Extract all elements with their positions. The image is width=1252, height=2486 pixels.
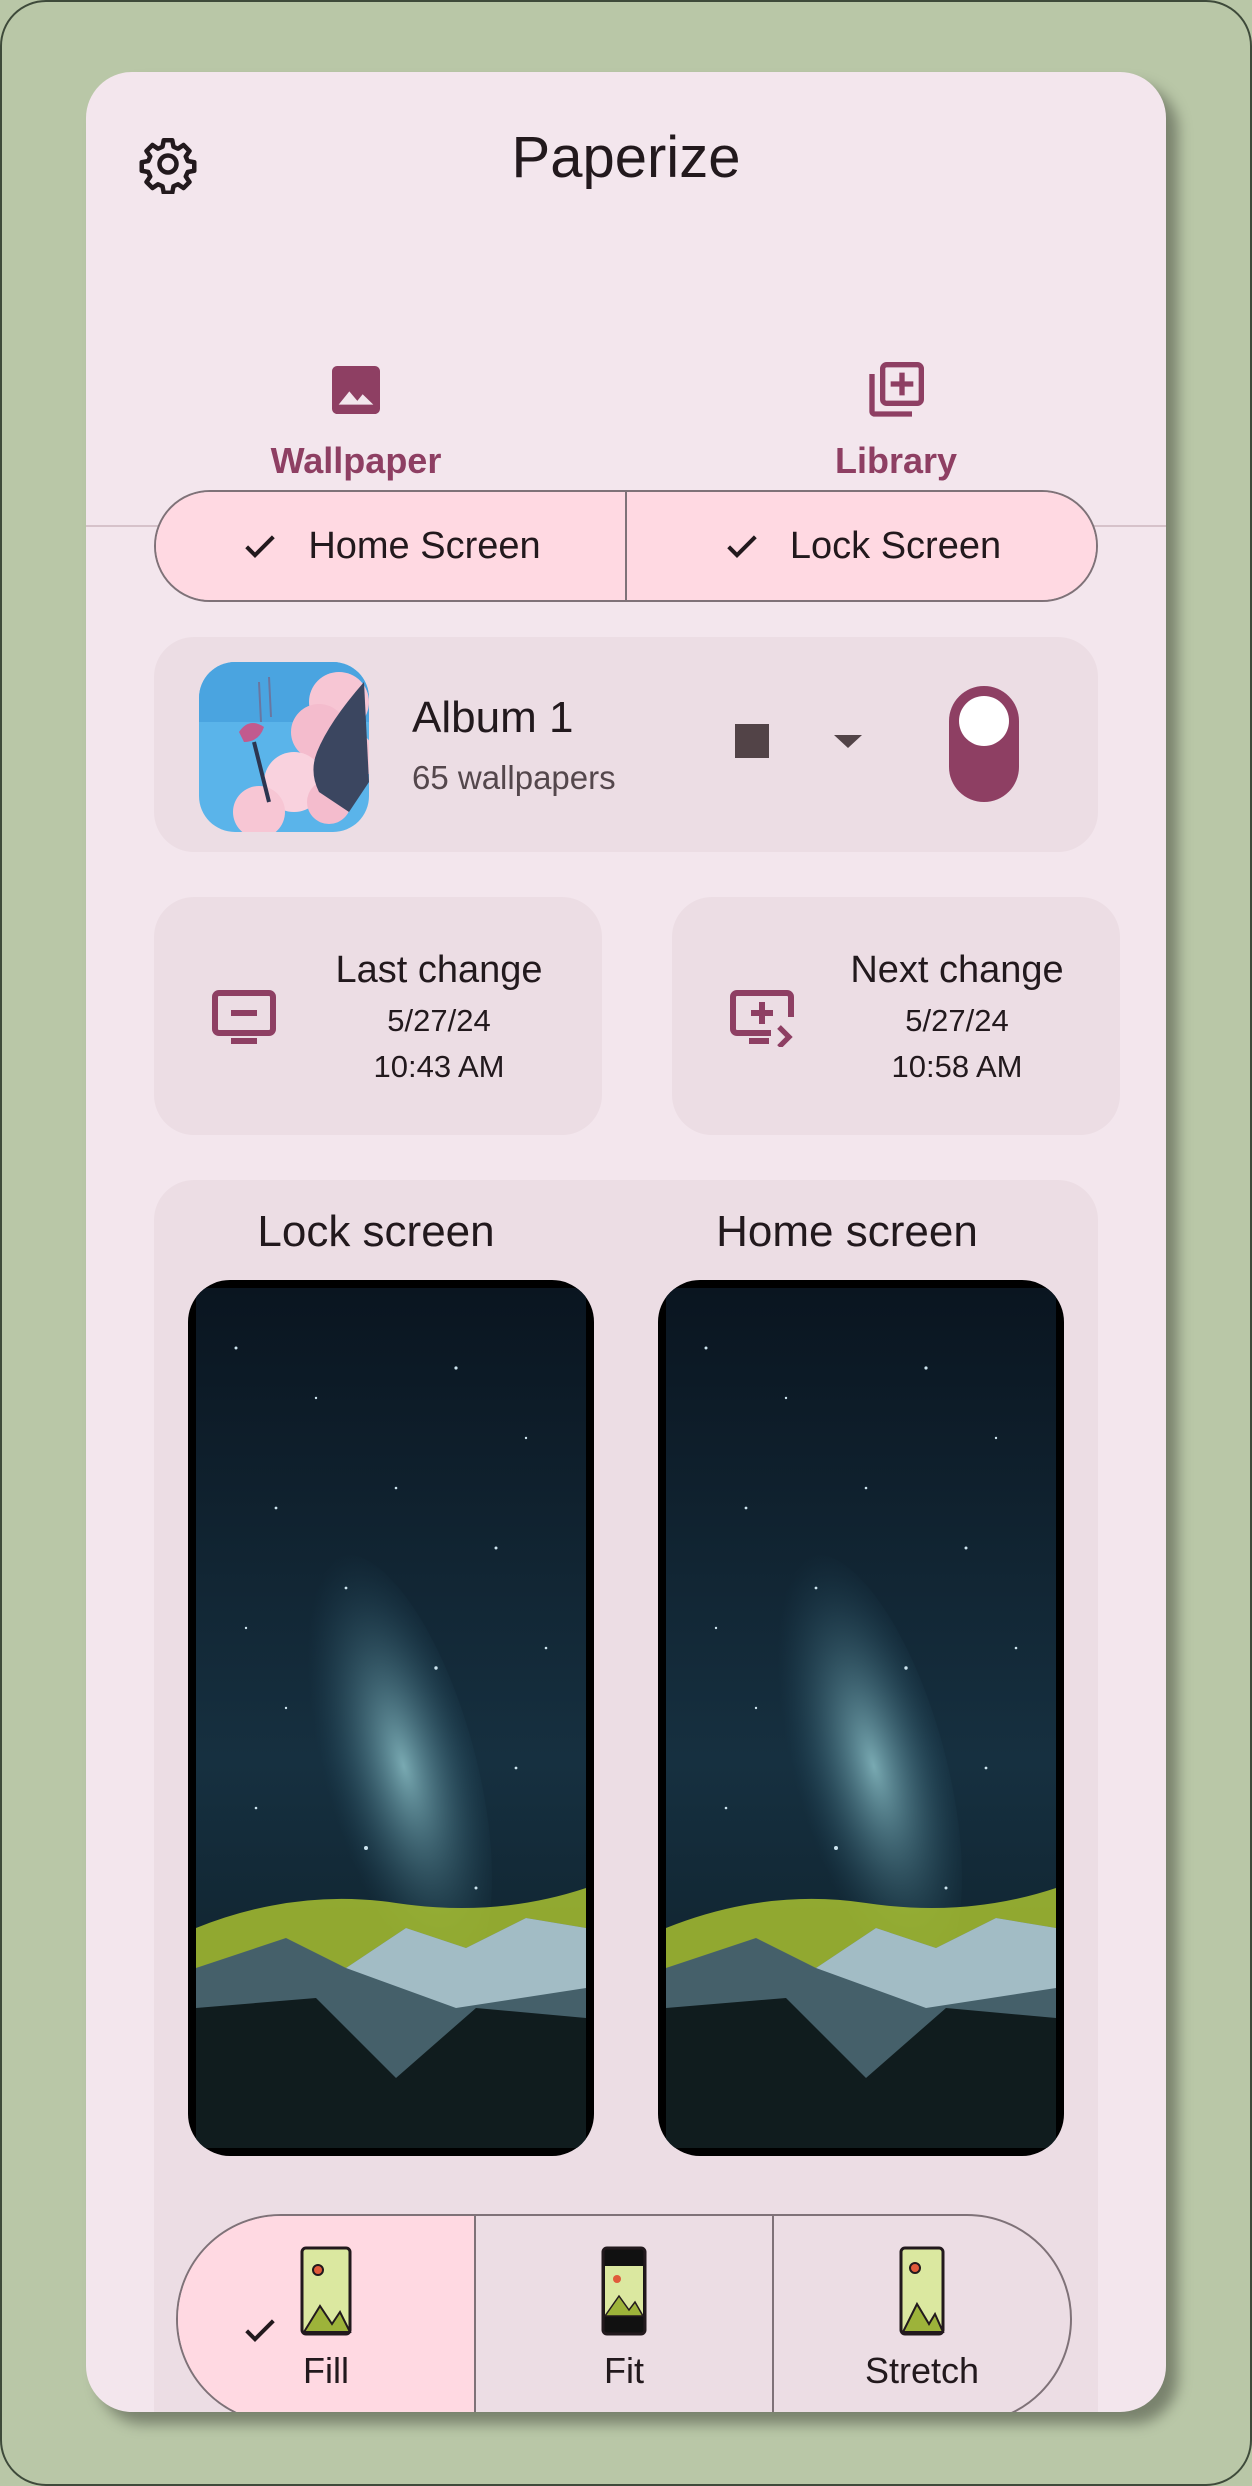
app-title: Paperize (511, 125, 741, 190)
album-name: Album 1 (412, 693, 574, 742)
home-screen-toggle[interactable]: Home Screen (156, 492, 625, 600)
lock-screen-preview[interactable] (188, 1280, 594, 2156)
scaling-fill-label: Fill (303, 2350, 349, 2391)
album-wallpaper-count: 65 wallpapers (412, 759, 616, 796)
scaling-selector: Fill Fit Stretch (176, 2214, 1072, 2412)
lock-screen-toggle[interactable]: Lock Screen (625, 492, 1096, 600)
home-screen-preview-label: Home screen (716, 1207, 978, 1256)
next-change-date: 5/27/24 (905, 1003, 1009, 1038)
app-window: Paperize Wallpaper Library Home Screen L… (86, 72, 1166, 2412)
last-change-title: Last change (335, 949, 543, 991)
tab-library[interactable]: Library (626, 272, 1166, 527)
tab-wallpaper[interactable]: Wallpaper (86, 272, 626, 527)
add-to-library-icon (869, 362, 924, 417)
stop-icon (735, 724, 769, 758)
last-change-time: 10:43 AM (373, 1049, 505, 1084)
scaling-fit-label: Fit (604, 2350, 644, 2391)
home-screen-label: Home Screen (308, 524, 541, 567)
add-to-queue-icon (730, 990, 794, 1047)
fit-scaling-icon (601, 2246, 647, 2336)
tab-label: Library (834, 440, 958, 481)
tab-label: Wallpaper (270, 440, 442, 481)
last-change-date: 5/27/24 (387, 1003, 491, 1038)
screen-target-selector: Home Screen Lock Screen (154, 490, 1098, 602)
check-icon (245, 535, 276, 558)
scaling-fill-option[interactable]: Fill (178, 2216, 474, 2412)
last-change-card: Last change 5/27/24 10:43 AM (154, 897, 602, 1135)
tab-bar: Wallpaper Library (86, 272, 1166, 527)
fill-scaling-icon (300, 2246, 352, 2336)
lock-screen-preview-label: Lock screen (257, 1207, 495, 1256)
switch-knob (959, 696, 1009, 746)
scaling-stretch-option[interactable]: Stretch (772, 2216, 1070, 2412)
next-change-time: 10:58 AM (891, 1049, 1023, 1084)
top-app-bar: Paperize (86, 72, 1166, 252)
album-thumbnail (199, 662, 369, 832)
scaling-fit-option[interactable]: Fit (474, 2216, 772, 2412)
check-icon (727, 535, 757, 558)
dropdown-arrow-icon (834, 735, 862, 748)
stop-button[interactable] (724, 713, 780, 769)
remove-from-queue-icon (212, 990, 276, 1044)
expand-button[interactable] (820, 713, 876, 769)
scaling-stretch-label: Stretch (864, 2350, 980, 2391)
check-icon (245, 2319, 275, 2342)
home-screen-preview[interactable] (658, 1280, 1064, 2156)
next-change-title: Next change (850, 949, 1064, 991)
lock-screen-label: Lock Screen (789, 524, 1002, 567)
image-icon (332, 366, 380, 414)
album-card[interactable]: Album 1 65 wallpapers (154, 637, 1098, 852)
stretch-scaling-icon (899, 2246, 945, 2336)
next-change-card: Next change 5/27/24 10:58 AM (672, 897, 1120, 1135)
album-enabled-switch[interactable] (949, 686, 1019, 802)
